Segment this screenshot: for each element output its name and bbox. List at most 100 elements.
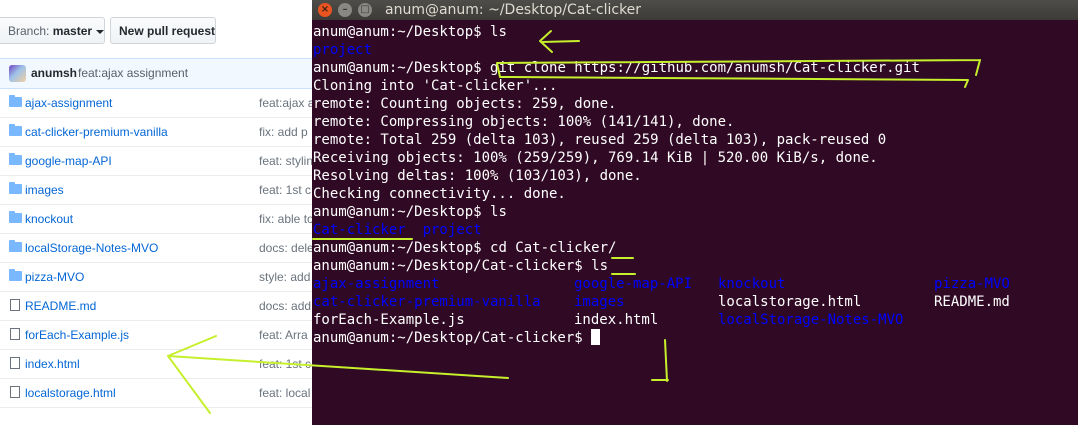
terminal-titlebar[interactable]: × – □ anum@anum: ~/Desktop/Cat-clicker [312, 0, 1078, 20]
file-commit-message[interactable]: feat: stylin [259, 147, 312, 175]
terminal-title: anum@anum: ~/Desktop/Cat-clicker [385, 2, 642, 18]
folder-icon [9, 182, 22, 194]
file-commit-message[interactable]: docs: dele [259, 234, 312, 262]
terminal-dir-entry: Cat-clicker [313, 222, 406, 238]
file-icon [10, 357, 20, 369]
avatar[interactable] [9, 65, 26, 82]
maximize-icon[interactable]: □ [358, 3, 372, 17]
terminal-dir-entry: pizza-MVO [934, 276, 1010, 292]
caret-down-icon [96, 29, 105, 34]
terminal-cursor [591, 329, 601, 345]
file-row[interactable]: knockout fix: able to [0, 205, 312, 234]
file-commit-message[interactable]: feat: 1st c [259, 350, 312, 378]
terminal-output-line: remote: Compressing objects: 100% (141/1… [313, 114, 735, 130]
terminal-line: project [313, 41, 920, 59]
file-row[interactable]: localStorage-Notes-MVO docs: dele [0, 234, 312, 263]
terminal-output-line: Checking connectivity... done. [313, 186, 566, 202]
file-commit-message[interactable]: feat: local [259, 379, 312, 407]
file-row[interactable]: images feat: 1st c [0, 176, 312, 205]
branch-name: master [52, 24, 93, 38]
file-row[interactable]: localstorage.html feat: local [0, 379, 312, 408]
terminal-output-line: Cloning into 'Cat-clicker'... [313, 78, 558, 94]
terminal-dir-entry: images [574, 294, 625, 310]
terminal-window: × – □ anum@anum: ~/Desktop/Cat-clicker a… [312, 0, 1078, 425]
file-row[interactable]: google-map-API feat: stylin [0, 147, 312, 176]
minimize-icon[interactable]: – [338, 3, 352, 17]
file-row[interactable]: forEach-Example.js feat: Arra [0, 321, 312, 350]
file-name-link[interactable]: google-map-API [25, 147, 112, 175]
terminal-line: anum@anum:~/Desktop$ cd Cat-clicker/ [313, 239, 920, 257]
terminal-line: anum@anum:~/Desktop$ ls [313, 23, 920, 41]
file-row[interactable]: ajax-assignment feat:ajax a [0, 89, 312, 118]
terminal-prompt: anum@anum:~/Desktop/Cat-clicker$ [313, 330, 592, 346]
file-row[interactable]: cat-clicker-premium-vanilla fix: add p [0, 118, 312, 147]
file-row[interactable]: pizza-MVO style: add [0, 263, 312, 292]
terminal-command: ls [490, 204, 507, 220]
terminal-line: Receiving objects: 100% (259/259), 769.1… [313, 149, 920, 167]
file-name-link[interactable]: forEach-Example.js [25, 321, 129, 349]
terminal-line: anum@anum:~/Desktop$ git clone https://g… [313, 59, 920, 77]
file-name-link[interactable]: knockout [25, 205, 73, 233]
file-row[interactable]: README.md docs: add [0, 292, 312, 321]
terminal-dir-entry: google-map-API [574, 276, 693, 292]
terminal-line: Resolving deltas: 100% (103/103), done. [313, 167, 920, 185]
file-name-link[interactable]: localstorage.html [25, 379, 116, 407]
terminal-line: Cloning into 'Cat-clicker'... [313, 77, 920, 95]
file-commit-message[interactable]: fix: able to [259, 205, 312, 233]
file-commit-message[interactable]: fix: add p [259, 118, 312, 146]
folder-icon [9, 211, 22, 223]
terminal-prompt: anum@anum:~/Desktop$ [313, 60, 491, 76]
new-pull-request-button[interactable]: New pull request [110, 17, 216, 44]
terminal-file-entry: index.html [574, 312, 659, 328]
github-repo-panel: Branch: master New pull request anumsh f… [0, 0, 312, 425]
file-icon [10, 386, 20, 398]
file-name-link[interactable]: ajax-assignment [25, 89, 112, 117]
folder-icon [9, 240, 22, 252]
terminal-dir-entry: project [422, 222, 482, 238]
file-name-link[interactable]: cat-clicker-premium-vanilla [25, 118, 168, 146]
file-name-link[interactable]: pizza-MVO [25, 263, 84, 291]
terminal-prompt: anum@anum:~/Desktop$ [313, 24, 491, 40]
commit-message[interactable]: feat:ajax assignment [78, 59, 188, 88]
terminal-line: ajax-assignment google-map-API knockout piz… [313, 275, 1010, 293]
file-commit-message[interactable]: feat: 1st c [259, 176, 312, 204]
branch-prefix-label: Branch: [8, 24, 50, 38]
terminal-line: Cat-clicker project [313, 221, 920, 239]
terminal-line: remote: Total 259 (delta 103), reused 25… [313, 131, 920, 149]
file-name-link[interactable]: localStorage-Notes-MVO [25, 234, 158, 262]
file-commit-message[interactable]: feat: Arra [259, 321, 312, 349]
terminal-prompt: anum@anum:~/Desktop/Cat-clicker$ [313, 258, 592, 274]
branch-selector-button[interactable]: Branch: master [0, 17, 105, 44]
terminal-output[interactable]: anum@anum:~/Desktop$ ls project anum@anum:… [313, 23, 1010, 347]
terminal-file-entry: forEach-Example.js [313, 312, 465, 328]
folder-icon [9, 124, 22, 136]
terminal-prompt: anum@anum:~/Desktop$ [313, 240, 491, 256]
terminal-prompt: anum@anum:~/Desktop$ [313, 204, 491, 220]
terminal-command: cd Cat-clicker/ [490, 240, 617, 256]
file-name-link[interactable]: index.html [25, 350, 80, 378]
file-name-link[interactable]: images [25, 176, 64, 204]
file-commit-message[interactable]: style: add [259, 263, 312, 291]
terminal-line: anum@anum:~/Desktop$ ls [313, 203, 920, 221]
file-name-link[interactable]: README.md [25, 292, 96, 320]
terminal-line: forEach-Example.js index.html localStorage… [313, 311, 920, 329]
close-icon[interactable]: × [318, 3, 332, 17]
terminal-command: git clone https://github.com/anumsh/Cat-… [490, 60, 920, 76]
terminal-dir-entry: localStorage-Notes-MVO [718, 312, 904, 328]
file-row[interactable]: index.html feat: 1st c [0, 350, 312, 379]
terminal-output-line: remote: Total 259 (delta 103), reused 25… [313, 132, 887, 148]
terminal-file-entry: localstorage.html [718, 294, 862, 310]
folder-icon [9, 269, 22, 281]
folder-icon [9, 153, 22, 165]
terminal-output-line: Receiving objects: 100% (259/259), 769.1… [313, 150, 878, 166]
terminal-line: anum@anum:~/Desktop/Cat-clicker$ ls [313, 257, 920, 275]
terminal-line: cat-clicker-premium-vanilla images localst… [313, 293, 1010, 311]
terminal-dir-entry: ajax-assignment [313, 276, 440, 292]
terminal-line: Checking connectivity... done. [313, 185, 920, 203]
file-commit-message[interactable]: docs: add [259, 292, 312, 320]
terminal-command: ls [591, 258, 609, 274]
terminal-output-line: Resolving deltas: 100% (103/103), done. [313, 168, 642, 184]
file-commit-message[interactable]: feat:ajax a [259, 89, 312, 117]
commit-author[interactable]: anumsh [31, 59, 77, 88]
terminal-dir-entry: project [313, 42, 373, 58]
